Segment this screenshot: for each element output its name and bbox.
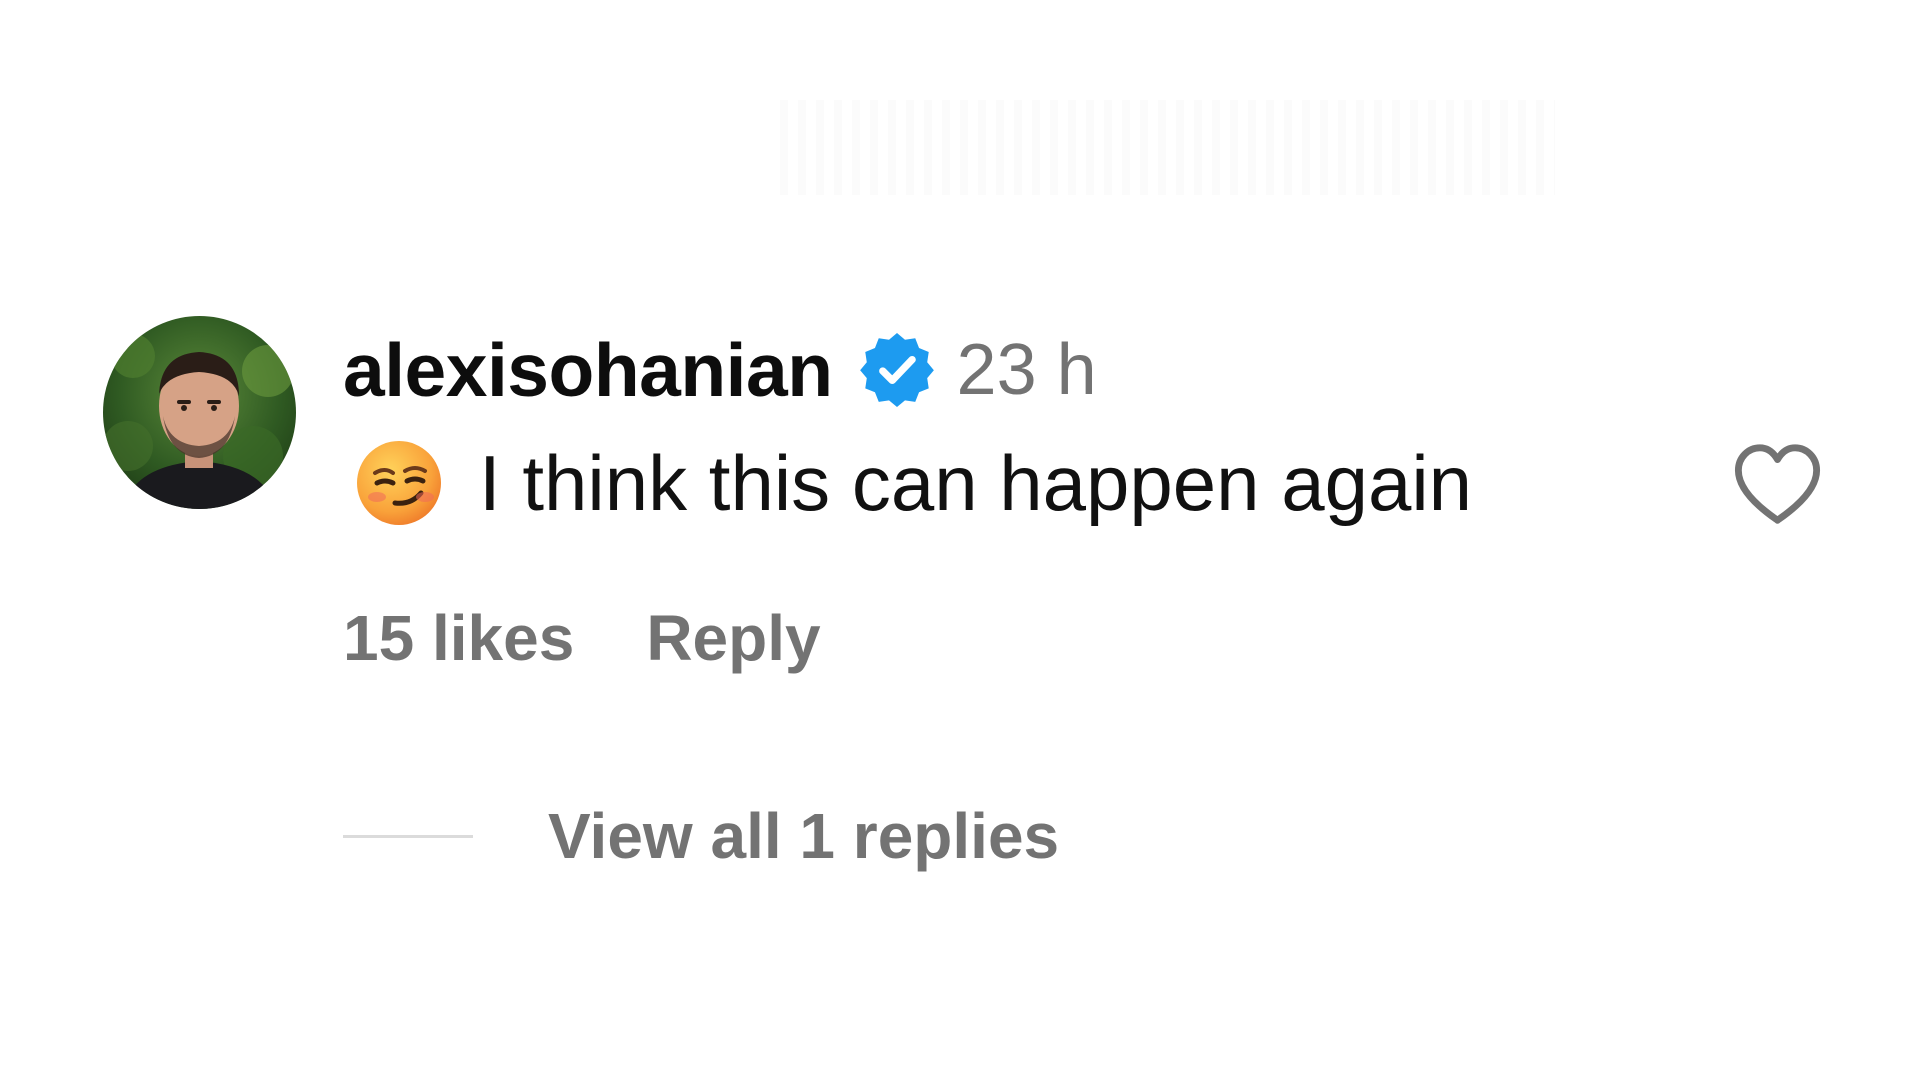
username-link[interactable]: alexisohanian	[343, 332, 833, 408]
likes-count[interactable]: 15 likes	[343, 601, 574, 675]
reply-button[interactable]: Reply	[646, 601, 820, 675]
comment-meta: 15 likes Reply	[343, 598, 821, 678]
view-replies-label: View all 1 replies	[548, 800, 1060, 872]
comment-body: I think this can happen again	[355, 438, 1472, 528]
view-replies-button[interactable]: View all 1 replies	[343, 796, 1059, 876]
comment-text: I think this can happen again	[479, 439, 1473, 527]
heart-outline-icon	[1734, 444, 1821, 524]
verified-badge-icon	[859, 332, 935, 408]
faded-background-artifact	[780, 100, 1555, 195]
avatar[interactable]	[103, 316, 296, 509]
comment-timestamp[interactable]: 23 h	[957, 334, 1097, 406]
like-button[interactable]	[1730, 440, 1825, 530]
smirking-face-emoji-icon	[355, 439, 443, 527]
replies-divider	[343, 834, 473, 838]
avatar-image	[103, 316, 296, 509]
comment-header: alexisohanian 23 h	[343, 330, 1097, 410]
